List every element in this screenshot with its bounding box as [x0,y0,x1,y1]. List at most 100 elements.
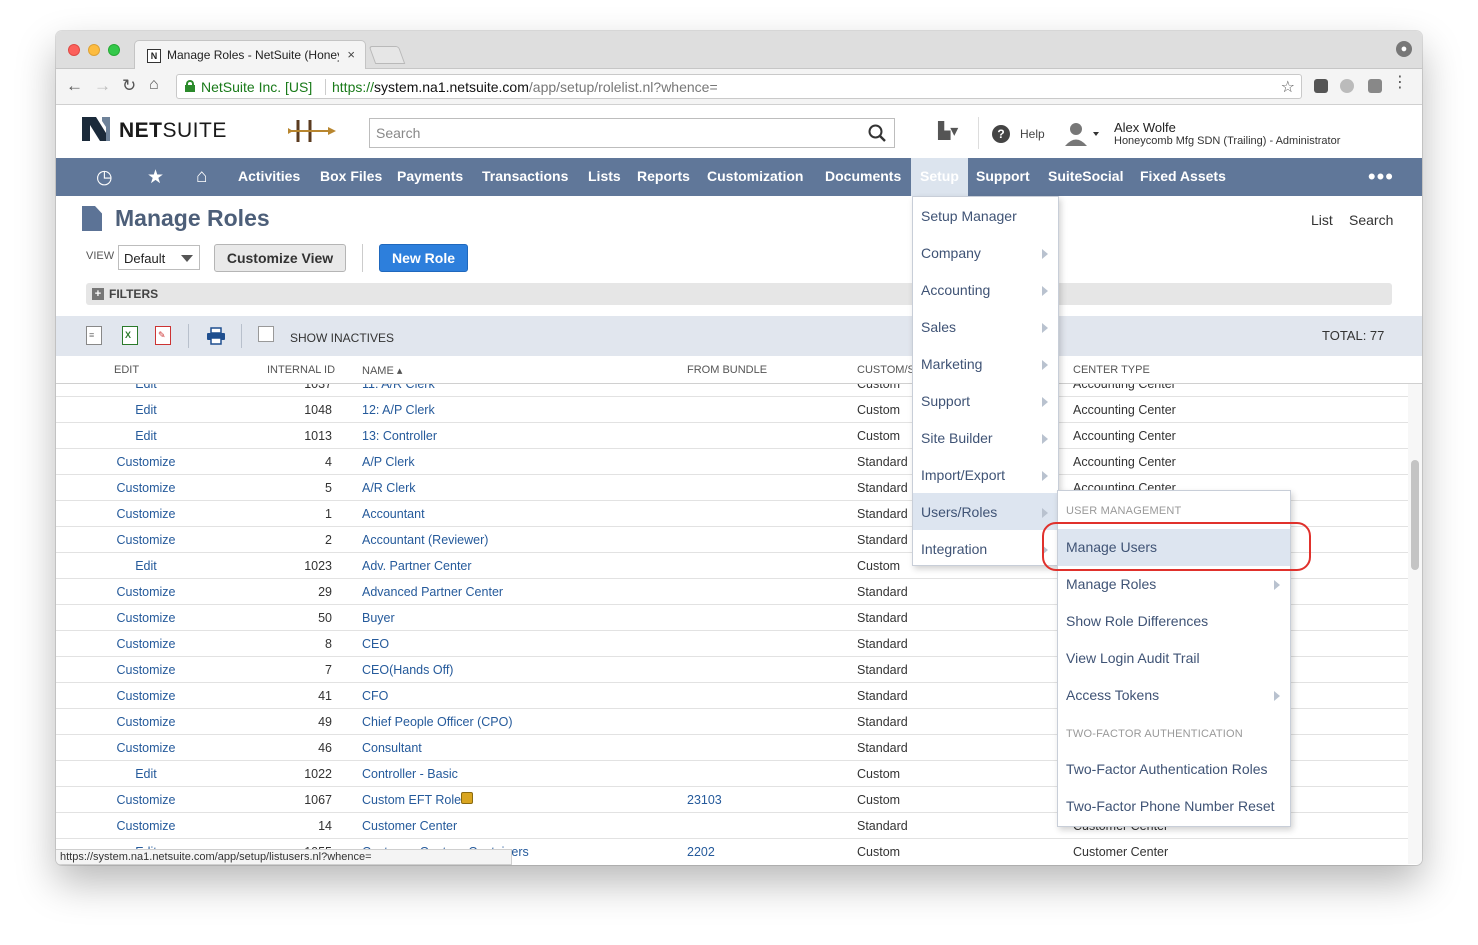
help-link[interactable]: Help [1020,127,1045,141]
search-icon[interactable] [868,124,886,142]
user-role[interactable]: Honeycomb Mfg SDN (Trailing) - Administr… [1114,135,1340,147]
setup-menu-item-integration[interactable]: Integration [913,530,1058,567]
edit-link[interactable]: Edit [96,767,196,781]
nav-setup[interactable]: Setup [911,158,968,196]
setup-menu-item-marketing[interactable]: Marketing [913,345,1058,382]
nav-payments[interactable]: Payments [397,168,463,184]
edit-link[interactable]: Edit [96,429,196,443]
netsuite-logo-icon[interactable] [80,113,112,145]
role-name-link[interactable]: Accountant [362,507,425,521]
customize-link[interactable]: Customize [96,689,196,703]
customize-link[interactable]: Customize [96,533,196,547]
list-link[interactable]: List [1311,212,1333,228]
role-name-link[interactable]: Accountant (Reviewer) [362,533,488,547]
edit-link[interactable]: Edit [96,403,196,417]
customize-link[interactable]: Customize [96,819,196,833]
role-name-link[interactable]: Controller - Basic [362,767,458,781]
col-name[interactable]: NAME ▴ [362,364,402,377]
nav-support[interactable]: Support [976,168,1030,184]
home-icon[interactable]: ⌂ [149,76,159,94]
customize-view-button[interactable]: Customize View [214,244,346,272]
table-scrollbar[interactable] [1408,384,1422,864]
nav-box-files[interactable]: Box Files [320,168,382,184]
customize-link[interactable]: Customize [96,611,196,625]
minimize-window-button[interactable] [88,44,100,56]
customize-link[interactable]: Customize [96,663,196,677]
role-name-link[interactable]: Chief People Officer (CPO) [362,715,513,729]
cloud-extension-icon[interactable] [1340,79,1354,93]
role-name-link[interactable]: CFO [362,689,388,703]
role-name-link[interactable]: Advanced Partner Center [362,585,503,599]
nav-fixed-assets[interactable]: Fixed Assets [1140,168,1226,184]
submenu-item-two-factor-authentication-roles[interactable]: Two-Factor Authentication Roles [1058,751,1290,788]
recent-history-icon[interactable]: ◷ [96,166,113,189]
customize-link[interactable]: Customize [96,481,196,495]
role-name-link[interactable]: CEO(Hands Off) [362,663,453,677]
submenu-item-show-role-differences[interactable]: Show Role Differences [1058,603,1290,640]
role-name-link[interactable]: Custom EFT Role [362,793,461,807]
extension-icon[interactable] [1368,79,1382,93]
submenu-item-manage-users[interactable]: Manage Users [1058,529,1290,566]
reload-icon[interactable]: ↻ [122,76,136,96]
tab-close-icon[interactable]: × [347,47,355,62]
role-name-link[interactable]: CEO [362,637,389,651]
setup-menu-item-setup-manager[interactable]: Setup Manager [913,197,1058,234]
export-pdf-icon[interactable]: ✎ [155,326,171,345]
submenu-item-manage-roles[interactable]: Manage Roles [1058,566,1290,603]
recent-records-icon[interactable]: ▙▾ [938,121,958,141]
nav-reports[interactable]: Reports [637,168,690,184]
expand-plus-icon[interactable]: + [92,288,104,300]
nav-more-icon[interactable]: ••• [1368,164,1394,190]
role-name-link[interactable]: 11: A/R Clerk [362,384,435,391]
export-excel-icon[interactable]: X [122,326,138,345]
help-icon[interactable]: ? [992,125,1010,143]
search-link[interactable]: Search [1349,212,1393,228]
nav-activities[interactable]: Activities [238,168,300,184]
url-input[interactable]: NetSuite Inc. [US] https://system.na1.ne… [176,74,1302,99]
profile-icon[interactable]: ● [1396,41,1412,57]
setup-menu-item-site-builder[interactable]: Site Builder [913,419,1058,456]
submenu-item-view-login-audit-trail[interactable]: View Login Audit Trail [1058,640,1290,677]
customize-link[interactable]: Customize [96,585,196,599]
new-role-button[interactable]: New Role [379,244,468,272]
submenu-item-two-factor-phone-number-reset[interactable]: Two-Factor Phone Number Reset [1058,788,1290,825]
role-name-link[interactable]: Adv. Partner Center [362,559,472,573]
back-icon[interactable]: ← [66,76,83,96]
evernote-extension-icon[interactable] [1314,79,1328,93]
edit-link[interactable]: Edit [96,384,196,391]
zoom-window-button[interactable] [108,44,120,56]
export-csv-icon[interactable]: ≡ [86,326,102,345]
user-name[interactable]: Alex Wolfe [1114,120,1176,135]
new-tab-button[interactable] [368,46,406,64]
forward-icon[interactable]: → [94,76,111,96]
close-window-button[interactable] [68,44,80,56]
print-icon[interactable] [206,327,226,345]
col-custom[interactable]: CUSTOM/S [857,364,915,376]
customize-link[interactable]: Customize [96,793,196,807]
from-bundle-link[interactable]: 23103 [687,793,722,807]
setup-menu-item-import-export[interactable]: Import/Export [913,456,1058,493]
user-avatar-icon[interactable] [1064,121,1102,147]
nav-transactions[interactable]: Transactions [482,168,568,184]
menu-icon[interactable]: ⋮ [1392,75,1408,91]
role-name-link[interactable]: Customer Center [362,819,457,833]
scroll-thumb[interactable] [1411,460,1419,570]
customize-link[interactable]: Customize [96,507,196,521]
nav-lists[interactable]: Lists [588,168,621,184]
role-name-link[interactable]: A/R Clerk [362,481,415,495]
col-center-type[interactable]: CENTER TYPE [1073,364,1150,376]
setup-menu-item-users-roles[interactable]: Users/Roles [913,493,1058,530]
role-name-link[interactable]: A/P Clerk [362,455,415,469]
submenu-item-access-tokens[interactable]: Access Tokens [1058,677,1290,714]
customize-link[interactable]: Customize [96,455,196,469]
customize-link[interactable]: Customize [96,715,196,729]
from-bundle-link[interactable]: 2202 [687,845,715,859]
col-from-bundle[interactable]: FROM BUNDLE [687,364,767,376]
nav-customization[interactable]: Customization [707,168,803,184]
setup-menu-item-accounting[interactable]: Accounting [913,271,1058,308]
role-name-link[interactable]: Buyer [362,611,395,625]
role-name-link[interactable]: 13: Controller [362,429,437,443]
star-icon[interactable]: ☆ [1281,77,1295,97]
setup-menu-item-sales[interactable]: Sales [913,308,1058,345]
edit-link[interactable]: Edit [96,559,196,573]
